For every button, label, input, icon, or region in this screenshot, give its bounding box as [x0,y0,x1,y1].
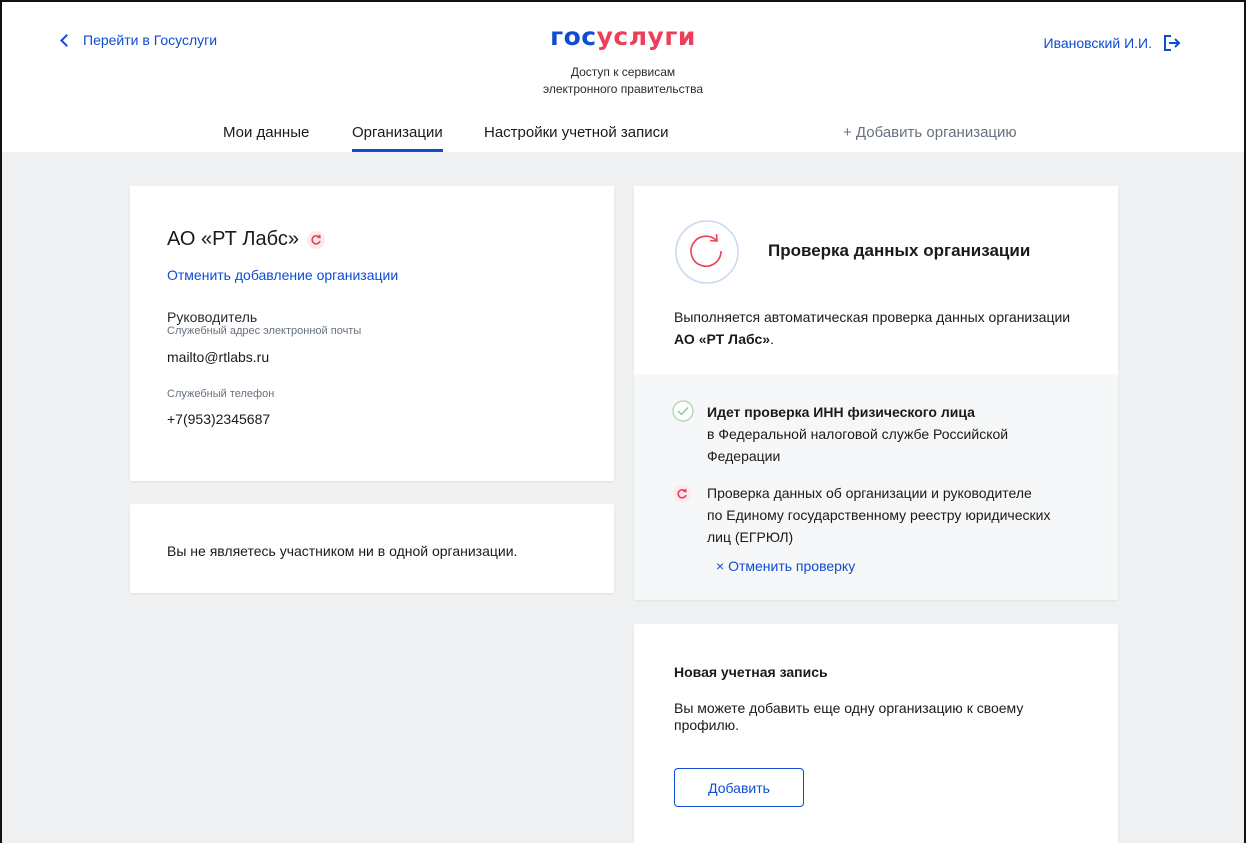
verification-title: Проверка данных организации [768,241,1031,260]
verification-desc-prefix: Выполняется автоматическая проверка данн… [674,309,1071,325]
membership-text: Вы не являетесь участником ни в одной ор… [167,543,518,559]
verification-refresh-icon [675,220,739,284]
tab-add-organization[interactable]: + Добавить организацию [843,124,1017,152]
tagline: Доступ к сервисам электронного правитель… [2,64,1244,98]
verification-desc-suffix: . [770,331,774,347]
tagline-line-2: электронного правительства [542,82,704,96]
new-account-desc-line-1: Вы можете добавить еще одну организацию … [674,700,1024,716]
logout-icon[interactable] [1164,35,1182,51]
step-inn-line-3: Федерации [707,448,781,464]
role-label: Руководитель [167,309,258,325]
step-egrul-line-2: по Единому государственному реестру юрид… [707,507,1051,523]
cancel-add-organization-link[interactable]: Отменить добавление организации [167,267,398,283]
phone-label: Служебный телефон [167,388,275,400]
tab-organizations[interactable]: Организации [352,124,443,152]
page: Перейти в Госуслуги госуслуги Доступ к с… [0,0,1246,843]
verification-description: Выполняется автоматическая проверка данн… [674,306,1094,350]
tagline-line-1: Доступ к сервисам [570,65,676,79]
tab-my-data[interactable]: Мои данные [223,124,309,152]
check-circle-icon [672,400,694,422]
user-name[interactable]: Ивановский И.И. [1044,35,1153,51]
organization-card: АО «РТ Лабс» Отменить добавление организ… [130,186,614,481]
step-egrul-line-1: Проверка данных об организации и руковод… [707,485,1032,501]
add-organization-button[interactable]: Добавить [674,768,804,807]
phone-value: +7(953)2345687 [167,411,271,427]
membership-card: Вы не являетесь участником ни в одной ор… [130,504,614,593]
tabs-bar: Мои данные Организации Настройки учетной… [2,124,1244,152]
step-inn-line-2: в Федеральной налоговой службе Российско… [707,426,1009,442]
step-inn-title: Идет проверка ИНН физического лица [707,404,975,420]
organization-title: АО «РТ Лабс» [167,228,325,251]
tab-account-settings[interactable]: Настройки учетной записи [484,124,669,152]
email-value: mailto@rtlabs.ru [167,349,270,365]
new-account-title: Новая учетная запись [674,664,828,680]
logo-part-2: услуги [596,22,696,51]
in-progress-refresh-icon [673,485,691,503]
organization-name: АО «РТ Лабс» [167,228,299,250]
new-account-description: Вы можете добавить еще одну организацию … [674,700,1023,734]
verification-card: Проверка данных организации Выполняется … [634,186,1118,600]
user-menu[interactable]: Ивановский И.И. [1044,35,1183,51]
verification-card-top: Проверка данных организации Выполняется … [634,186,1118,374]
new-account-card: Новая учетная запись Вы можете добавить … [634,624,1118,843]
step-egrul-check: Проверка данных об организации и руковод… [707,482,1050,548]
new-account-desc-line-2: профилю. [674,717,740,733]
cancel-check-link[interactable]: × Отменить проверку [716,558,855,574]
step-egrul-line-3: лиц (ЕГРЮЛ) [707,529,794,545]
verification-desc-org: АО «РТ Лабс» [674,331,771,347]
email-label: Служебный адрес электронной почты [167,325,362,337]
header: Перейти в Госуслуги госуслуги Доступ к с… [2,2,1244,152]
logo-part-1: гос [550,22,597,51]
step-inn-check: Идет проверка ИНН физического лица в Фед… [707,401,1008,467]
refresh-icon [306,230,325,249]
